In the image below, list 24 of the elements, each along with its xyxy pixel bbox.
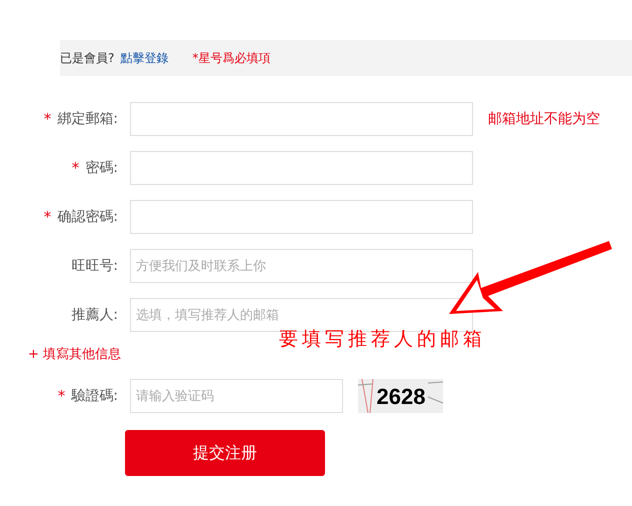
field-label: 推薦人: [71, 306, 118, 324]
required-asterisk: * [72, 158, 80, 179]
input-field[interactable] [130, 151, 473, 185]
field-label: 綁定郵箱: [57, 110, 118, 128]
required-note: *星号爲必填項 [192, 50, 270, 67]
captcha-field[interactable]: 请输入验证码 [130, 379, 343, 413]
input-field[interactable] [130, 102, 473, 136]
required-asterisk: * [44, 108, 52, 130]
required-asterisk: * [44, 206, 52, 228]
field-label: 密碼: [85, 158, 118, 178]
input-field[interactable]: 方便我们及时联系上你 [130, 249, 473, 283]
noise-lines-drawing [358, 379, 374, 413]
captcha-code: 2628 [376, 382, 426, 410]
captcha-image[interactable]: 2628 [358, 379, 443, 413]
login-link[interactable]: 點擊登錄 [120, 49, 168, 67]
member-prompt: 已是會員? [60, 50, 114, 67]
field-label: 旺旺号: [71, 256, 118, 276]
submit-button[interactable]: 提交注册 [125, 430, 325, 476]
required-asterisk: * [58, 386, 66, 407]
input-field[interactable] [130, 200, 473, 234]
error-message: 邮箱地址不能为空 [488, 110, 600, 128]
field-label: 驗證碼: [71, 386, 118, 406]
more-info-link[interactable]: + 填寫其他信息 [28, 345, 122, 365]
field-label: 确認密碼: [57, 208, 118, 226]
